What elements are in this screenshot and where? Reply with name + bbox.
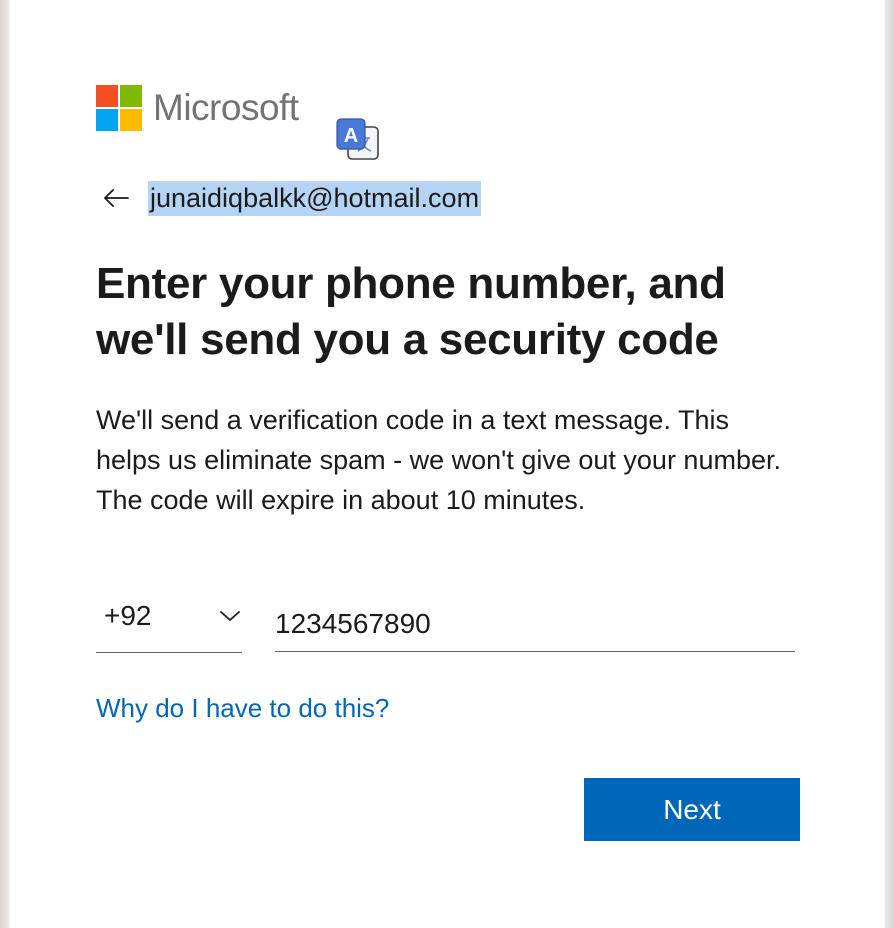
page-title: Enter your phone number, and we'll send … bbox=[96, 259, 726, 364]
country-code-value: +92 bbox=[104, 600, 152, 631]
svg-text:A: A bbox=[344, 125, 358, 147]
phone-number-input[interactable] bbox=[275, 596, 795, 652]
page-description: We'll send a verification code in a text… bbox=[96, 405, 781, 515]
account-email: junaidiqbalkk@hotmail.com bbox=[148, 180, 482, 216]
logo-square-green bbox=[120, 85, 142, 107]
chevron-down-icon bbox=[218, 608, 242, 629]
why-link[interactable]: Why do I have to do this? bbox=[96, 690, 389, 726]
back-arrow-icon[interactable] bbox=[96, 180, 136, 216]
logo-square-red bbox=[96, 85, 118, 107]
next-button[interactable]: Next bbox=[584, 778, 800, 841]
microsoft-wordmark: Microsoft bbox=[153, 87, 299, 128]
logo-square-yellow bbox=[120, 109, 142, 131]
browser-window: Microsoft A junaidiqbalkk@hotmail.com En… bbox=[0, 0, 894, 928]
translate-icon[interactable]: A bbox=[336, 118, 382, 164]
logo-square-blue bbox=[96, 109, 118, 131]
identity-banner: junaidiqbalkk@hotmail.com bbox=[96, 180, 482, 216]
microsoft-logo: Microsoft bbox=[96, 85, 299, 131]
country-code-select[interactable]: +92 bbox=[96, 596, 242, 653]
microsoft-logo-squares bbox=[96, 85, 142, 131]
signup-card: Microsoft A junaidiqbalkk@hotmail.com En… bbox=[10, 0, 884, 928]
